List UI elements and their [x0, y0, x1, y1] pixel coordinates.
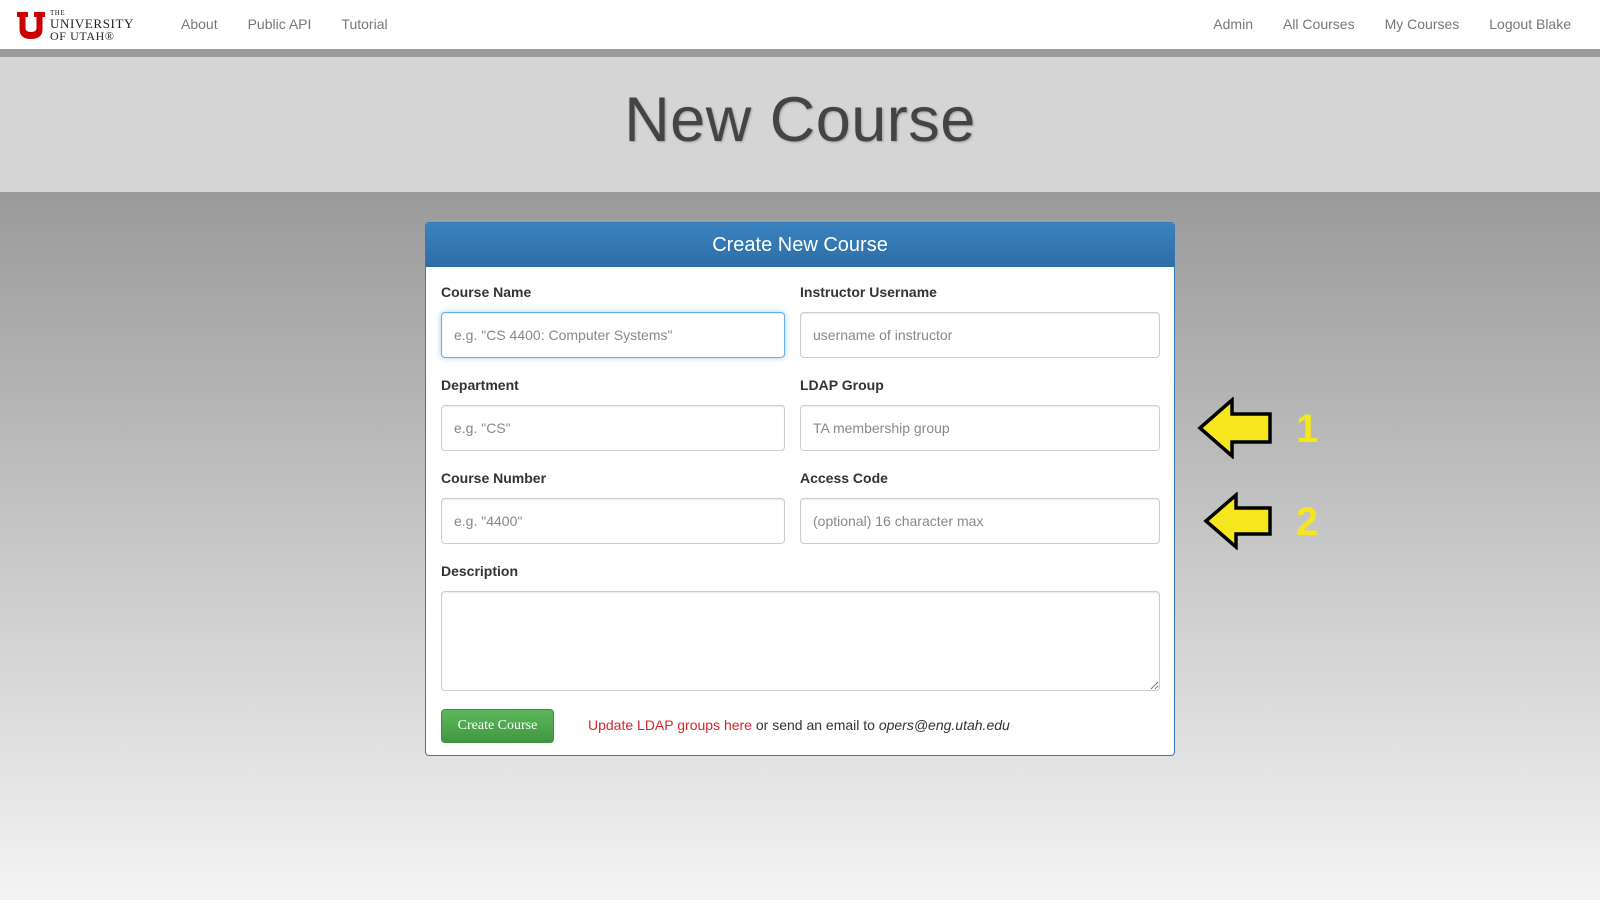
page-header: New Course: [0, 57, 1600, 192]
instructor-username-group: Instructor Username: [800, 282, 1160, 358]
ldap-group-label: LDAP Group: [800, 377, 884, 393]
annotation-arrow-2-icon: [1203, 492, 1272, 550]
nav-left-links: About Public API Tutorial: [166, 0, 403, 51]
logo-text-of-utah: OF UTAH®: [50, 28, 115, 43]
nav-link-logout[interactable]: Logout Blake: [1474, 0, 1586, 51]
department-input[interactable]: [441, 405, 785, 451]
nav-link-tutorial[interactable]: Tutorial: [326, 0, 402, 51]
course-name-label: Course Name: [441, 284, 532, 300]
nav-link-about[interactable]: About: [166, 0, 233, 51]
help-email: opers@eng.utah.edu: [878, 717, 1010, 733]
description-label: Description: [441, 563, 519, 579]
course-name-group: Course Name: [441, 282, 785, 358]
nav-right-links: Admin All Courses My Courses Logout Blak…: [1198, 0, 1586, 51]
instructor-username-input[interactable]: [800, 312, 1160, 358]
annotation-arrow-1-icon: [1197, 397, 1272, 459]
ldap-group-input[interactable]: [800, 405, 1160, 451]
university-u-logo-icon: [17, 11, 45, 39]
nav-link-all-courses[interactable]: All Courses: [1268, 0, 1370, 51]
nav-link-public-api[interactable]: Public API: [233, 0, 327, 51]
ldap-group-group: LDAP Group: [800, 375, 1160, 451]
course-number-input[interactable]: [441, 498, 785, 544]
page-title: New Course: [624, 85, 976, 155]
top-navbar: THE UNIVERSITY OF UTAH® About Public API…: [0, 0, 1600, 53]
nav-link-my-courses[interactable]: My Courses: [1370, 0, 1475, 51]
annotation-number-1: 1: [1296, 407, 1319, 451]
help-middle-text: or send an email to: [751, 717, 879, 733]
logo-text-university: UNIVERSITY: [50, 15, 134, 31]
description-group: Description: [441, 561, 1160, 691]
annotation-number-2: 2: [1296, 500, 1319, 544]
course-number-label: Course Number: [441, 470, 547, 486]
access-code-label: Access Code: [800, 470, 888, 486]
course-name-input[interactable]: [441, 312, 785, 358]
nav-link-admin[interactable]: Admin: [1198, 0, 1268, 51]
description-textarea[interactable]: [441, 591, 1160, 691]
university-logo[interactable]: THE UNIVERSITY OF UTAH®: [16, 8, 146, 42]
course-number-group: Course Number: [441, 468, 785, 544]
ldap-help-text: Update LDAP groups here or send an email…: [588, 715, 1010, 735]
department-group: Department: [441, 375, 785, 451]
university-logo-text: THE UNIVERSITY OF UTAH®: [50, 8, 134, 42]
access-code-group: Access Code: [800, 468, 1160, 544]
access-code-input[interactable]: [800, 498, 1160, 544]
instructor-username-label: Instructor Username: [800, 284, 937, 300]
department-label: Department: [441, 377, 519, 393]
create-course-panel: Create New Course Course Name Instructor…: [425, 222, 1175, 756]
update-ldap-link[interactable]: Update LDAP groups here: [588, 717, 752, 733]
create-course-button[interactable]: Create Course: [441, 709, 554, 743]
panel-heading: Create New Course: [426, 223, 1174, 267]
